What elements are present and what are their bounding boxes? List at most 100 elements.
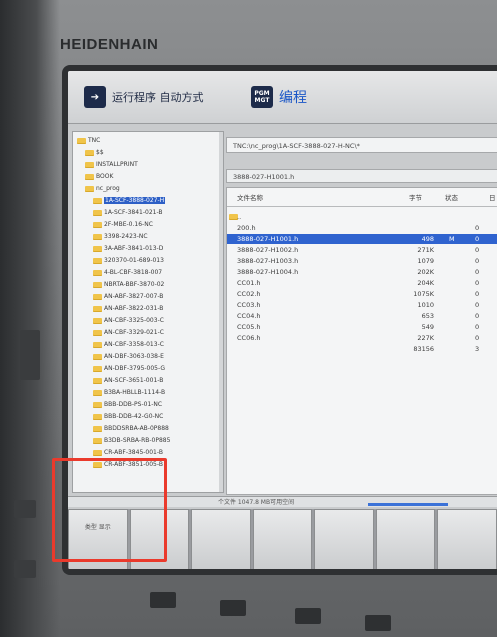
- folder-icon: [93, 401, 102, 408]
- tree-item[interactable]: INSTALLPRINT: [85, 160, 138, 169]
- tree-item[interactable]: AN-ABF-3822-031-B: [93, 304, 163, 313]
- tree-item[interactable]: AN-CBF-3358-013-C: [93, 340, 164, 349]
- header-divider: [227, 206, 497, 207]
- column-header-name[interactable]: 文件名称: [237, 192, 263, 204]
- mode-program-run[interactable]: ➔ 运行程序 自动方式: [84, 84, 204, 110]
- file-date-cell: 0: [475, 301, 480, 309]
- folder-icon: [93, 221, 102, 228]
- tree-item[interactable]: AN-CBF-3329-021-C: [93, 328, 164, 337]
- file-row[interactable]: 3888-027-H1001.h 498 M 0: [227, 234, 497, 244]
- tree-item[interactable]: B3DB-SRBA-RB-0P885: [93, 436, 170, 445]
- tree-item[interactable]: 1A-SCF-3841-021-B: [93, 208, 163, 217]
- tree-item[interactable]: AN-SCF-3651-001-B: [93, 376, 163, 385]
- softkey-3[interactable]: [191, 509, 251, 569]
- folder-icon: [85, 173, 94, 180]
- tree-item[interactable]: BBDDSRBA-AB-0P888: [93, 424, 169, 433]
- file-date-cell: 0: [475, 279, 480, 287]
- tree-item[interactable]: CR-ABF-3845-001-B: [93, 448, 163, 457]
- tree-item[interactable]: BBB-DDB-PS-01-NC: [93, 400, 162, 409]
- file-size-cell: 227K: [417, 334, 434, 342]
- file-row[interactable]: ..: [227, 212, 497, 222]
- tree-item-label: B3DB-SRBA-RB-0P885: [104, 437, 171, 444]
- tree-item[interactable]: BBB-DDB-42-G0-NC: [93, 412, 163, 421]
- file-list[interactable]: 文件名称 字节 状态 日 .. 200.h 0 3888-027-H1001.h 498…: [226, 187, 497, 495]
- tree-item[interactable]: 2F-MBE-0.16-NC: [93, 220, 153, 229]
- file-row[interactable]: CC06.h 227K 0: [227, 333, 497, 343]
- folder-icon: [93, 233, 102, 240]
- column-header-size[interactable]: 字节: [409, 192, 422, 204]
- file-row[interactable]: 3888-027-H1003.h 1079 0: [227, 256, 497, 266]
- tree-item-label: 3A-ABF-3841-013-D: [104, 245, 164, 252]
- tree-item[interactable]: 320370-01-689-013: [93, 256, 164, 265]
- tree-item[interactable]: AN-DBF-3063-038-E: [93, 352, 164, 361]
- bezel-shadow: [0, 0, 60, 637]
- tree-item-label: 3398-2423-NC: [104, 233, 148, 240]
- tree-item[interactable]: $$: [85, 148, 104, 157]
- mode-programming[interactable]: PGM MGT 编程: [251, 84, 307, 110]
- file-size-cell: 1010: [417, 301, 434, 309]
- hardware-key[interactable]: [220, 600, 246, 616]
- folder-icon: [93, 425, 102, 432]
- tree-item[interactable]: AN-CBF-3325-003-C: [93, 316, 164, 325]
- softkey-6[interactable]: [375, 509, 436, 569]
- hardware-key[interactable]: [14, 500, 36, 518]
- folder-icon: [93, 329, 102, 336]
- tree-item-label: AN-DBF-3795-005-G: [104, 365, 166, 372]
- hardware-key[interactable]: [14, 560, 36, 578]
- file-date-cell: 0: [475, 323, 480, 331]
- pgm-mgt-icon: PGM MGT: [251, 86, 273, 108]
- file-row[interactable]: 200.h 0: [227, 223, 497, 233]
- mode-program-run-label: 运行程序 自动方式: [112, 91, 204, 104]
- file-size-cell: 1075K: [413, 290, 434, 298]
- file-row[interactable]: 83156 3: [227, 344, 497, 354]
- brand-logo: HEIDENHAIN: [60, 36, 159, 53]
- file-name-cell: 3888-027-H1003.h: [237, 257, 299, 265]
- mode-programming-label: 编程: [279, 90, 307, 106]
- tree-item[interactable]: NBRTA-BBF-3870-02: [93, 280, 164, 289]
- folder-icon: [93, 365, 102, 372]
- tree-item-label: 2F-MBE-0.16-NC: [104, 221, 153, 228]
- tree-item[interactable]: BOOK: [85, 172, 113, 181]
- file-row[interactable]: 3888-027-H1004.h 202K 0: [227, 267, 497, 277]
- file-size-cell: 653: [421, 312, 434, 320]
- folder-icon: [93, 269, 102, 276]
- tree-item[interactable]: 4-BL-CBF-3818-007: [93, 268, 162, 277]
- hardware-key[interactable]: [295, 608, 321, 624]
- column-header-status[interactable]: 状态: [445, 192, 458, 204]
- file-row[interactable]: CC01.h 204K 0: [227, 278, 497, 288]
- file-date-cell: 3: [475, 345, 480, 353]
- file-date-cell: 0: [475, 268, 480, 276]
- tree-item-label: INSTALLPRINT: [96, 161, 138, 168]
- file-row[interactable]: 3888-027-H1002.h 271K 0: [227, 245, 497, 255]
- hardware-key[interactable]: [150, 592, 176, 608]
- tree-item[interactable]: 3A-ABF-3841-013-D: [93, 244, 163, 253]
- tree-item[interactable]: 3398-2423-NC: [93, 232, 148, 241]
- tree-item[interactable]: AN-DBF-3795-005-G: [93, 364, 165, 373]
- tree-item[interactable]: B3BA-HBLLB-1114-B: [93, 388, 165, 397]
- softkey-4[interactable]: [252, 509, 313, 569]
- mode-header: ➔ 运行程序 自动方式 PGM MGT 编程: [68, 71, 497, 124]
- file-date-cell: 0: [475, 246, 480, 254]
- file-row[interactable]: CC02.h 1075K 0: [227, 289, 497, 299]
- column-header-date[interactable]: 日: [489, 192, 496, 204]
- file-size-cell: 204K: [417, 279, 434, 287]
- tree-item[interactable]: AN-ABF-3827-007-B: [93, 292, 163, 301]
- directory-tree[interactable]: TNC $$ INSTALLPRINT BOOK nc_prog 1A-SCF-3888-…: [72, 131, 224, 493]
- file-name-cell: 3888-027-H1001.h: [237, 235, 299, 243]
- tree-item-label: AN-SCF-3651-001-B: [104, 377, 164, 384]
- file-size-cell: 83156: [413, 345, 434, 353]
- softkey-7[interactable]: [437, 509, 497, 569]
- file-date-cell: 0: [475, 334, 480, 342]
- file-name-cell: CC05.h: [237, 323, 261, 331]
- tree-item[interactable]: 1A-SCF-3888-027-H: [93, 196, 166, 205]
- softkey-5[interactable]: [314, 509, 374, 569]
- hardware-key[interactable]: [365, 615, 391, 631]
- file-row[interactable]: CC03.h 1010 0: [227, 300, 497, 310]
- file-row[interactable]: CC04.h 653 0: [227, 311, 497, 321]
- file-name-cell: CC01.h: [237, 279, 261, 287]
- tree-scrollbar[interactable]: [219, 132, 223, 492]
- file-date-cell: 0: [475, 224, 480, 232]
- tree-item[interactable]: nc_prog: [85, 184, 120, 193]
- file-row[interactable]: CC05.h 549 0: [227, 322, 497, 332]
- tree-item[interactable]: TNC: [77, 136, 100, 145]
